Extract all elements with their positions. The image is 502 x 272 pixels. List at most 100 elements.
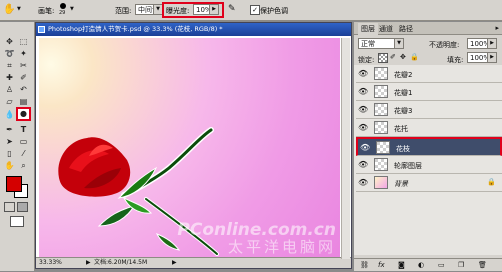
tool-preset-dropdown[interactable]: ▼ — [17, 6, 21, 12]
hand-icon[interactable]: ✋ — [3, 160, 16, 171]
layer-thumbnail — [374, 67, 388, 80]
exposure-input[interactable]: 10% ▶ — [193, 4, 219, 15]
zoom-level[interactable]: 33.33% — [39, 258, 62, 268]
layer-thumbnail — [376, 141, 390, 154]
layer-row[interactable]: 👁 花瓣2 — [356, 65, 502, 83]
protect-label: 保护色调 — [260, 7, 288, 15]
adjustment-icon[interactable]: ◐ — [418, 261, 424, 269]
layer-name: 花枝 — [396, 145, 410, 153]
gradient-icon[interactable]: ▤ — [17, 96, 30, 107]
play-icon[interactable]: ▶ — [487, 53, 496, 62]
protect-checkbox[interactable]: ✓ — [250, 5, 260, 15]
panel-menu-icon[interactable]: ▸ — [495, 24, 499, 32]
fill-label: 填充: — [447, 56, 464, 64]
lock-transparent-icon[interactable] — [378, 53, 388, 63]
type-icon[interactable]: T — [17, 124, 30, 135]
eye-icon[interactable]: 👁 — [358, 123, 368, 132]
lock-position-icon[interactable]: ✥ — [400, 53, 406, 61]
status-menu-icon[interactable]: ▶ — [172, 258, 177, 268]
eye-icon[interactable]: 👁 — [358, 87, 368, 96]
ps-doc-icon — [38, 26, 45, 33]
layer-row[interactable]: 👁 花瓣1 — [356, 83, 502, 101]
lock-all-icon[interactable]: 🔒 — [410, 53, 419, 61]
fill-input[interactable]: 100% ▶ — [467, 52, 497, 63]
foreground-color-swatch-top — [6, 176, 22, 192]
eye-icon[interactable]: 👁 — [358, 178, 368, 187]
eyedropper-icon[interactable]: ⁄ — [17, 148, 30, 159]
range-select[interactable]: 中间调 ▼ — [135, 4, 163, 15]
layer-footer: ⛓ fx ◙ ◐ ▭ ❐ 🗑 — [354, 258, 502, 272]
layer-row[interactable]: 👁 花托 — [356, 119, 502, 137]
blur-icon[interactable]: 💧 — [3, 109, 16, 120]
layers-panel: 图层 通道 路径 ▸ 正常 ▼ 不透明度: 100% ▶ 锁定: ✐ ✥ 🔒 填… — [354, 22, 502, 271]
brush-preview[interactable]: 29 — [58, 2, 68, 16]
brush-dropdown-arrow[interactable]: ▼ — [70, 6, 74, 12]
marquee-icon[interactable]: ⬚ — [17, 36, 30, 47]
brush-label: 画笔: — [38, 7, 55, 15]
stamp-icon[interactable]: ♙ — [3, 84, 16, 95]
layer-list: 👁 花瓣2 👁 花瓣1 👁 花瓣3 👁 花托 👁 花枝 👁 轮廓图层 👁 背景 … — [354, 65, 502, 255]
vertical-scrollbar[interactable] — [341, 38, 350, 259]
range-label: 范围: — [115, 7, 132, 15]
blend-mode-select[interactable]: 正常 ▼ — [358, 38, 404, 49]
quickmask-on-icon[interactable] — [17, 202, 28, 212]
airbrush-icon[interactable]: ✎ — [228, 4, 236, 14]
history-brush-icon[interactable]: ↶ — [17, 84, 30, 95]
notes-icon[interactable]: ▯ — [3, 148, 16, 159]
eye-icon[interactable]: 👁 — [360, 143, 370, 152]
canvas[interactable]: PConline.com.cn 太平洋电脑网 — [39, 38, 340, 259]
tab-layers[interactable]: 图层 — [358, 23, 378, 35]
brush-icon[interactable]: ✐ — [17, 72, 30, 83]
play-icon[interactable]: ▶ — [209, 5, 218, 14]
play-icon[interactable]: ▶ — [487, 39, 496, 48]
document-title: Photoshop打造情人节贺卡.psd @ 33.3% (花枝, RGB/8)… — [48, 25, 223, 33]
slice-icon[interactable]: ✂ — [17, 60, 30, 71]
trash-icon[interactable]: 🗑 — [478, 261, 487, 269]
opacity-input[interactable]: 100% ▶ — [467, 38, 497, 49]
mask-icon[interactable]: ◙ — [398, 261, 405, 269]
link-icon[interactable]: ⛓ — [360, 261, 369, 269]
eye-icon[interactable]: 👁 — [358, 69, 368, 78]
layer-row[interactable]: 👁 花瓣3 — [356, 101, 502, 119]
options-bar: ✋ ▼ 画笔: 29 ▼ 范围: 中间调 ▼ 曝光度: 10% ▶ ✎ ✓ 保护… — [0, 0, 502, 21]
document-title-bar[interactable]: Photoshop打造情人节贺卡.psd @ 33.3% (花枝, RGB/8)… — [36, 23, 351, 36]
layer-name: 花瓣2 — [394, 71, 413, 79]
layer-row[interactable]: 👁 背景 🔒 — [356, 174, 502, 192]
folder-icon[interactable]: ▭ — [438, 261, 445, 269]
layer-thumbnail — [374, 103, 388, 116]
eye-icon[interactable]: 👁 — [358, 160, 368, 169]
fx-icon[interactable]: fx — [378, 261, 385, 269]
screen-mode-icon[interactable] — [10, 216, 24, 227]
watermark: PConline.com.cn 太平洋电脑网 — [177, 221, 336, 255]
status-bar: 33.33% ▶ 文档:6.20M/14.5M ▶ — [36, 257, 351, 268]
tab-channels[interactable]: 通道 — [379, 24, 393, 34]
dodge-tool-icon[interactable]: ✋ — [3, 3, 17, 16]
new-layer-icon[interactable]: ❐ — [458, 261, 464, 269]
healing-icon[interactable]: ✚ — [3, 72, 16, 83]
pen-icon[interactable]: ✒ — [3, 124, 16, 135]
dodge-tool-button[interactable]: ● — [16, 107, 31, 121]
opacity-label: 不透明度: — [429, 41, 460, 49]
path-select-icon[interactable]: ➤ — [3, 136, 16, 147]
crop-icon[interactable]: ⌗ — [3, 60, 16, 71]
eye-icon[interactable]: 👁 — [358, 105, 368, 114]
eraser-icon[interactable]: ▱ — [3, 96, 16, 107]
brush-size: 29 — [59, 10, 66, 16]
status-arrow-icon[interactable]: ▶ — [86, 258, 91, 268]
tab-paths[interactable]: 路径 — [399, 24, 413, 34]
lock-label: 锁定: — [358, 56, 375, 64]
layer-name: 背景 — [394, 180, 408, 188]
layer-row-selected[interactable]: 👁 花枝 — [356, 137, 502, 156]
shape-icon[interactable]: ▭ — [17, 136, 30, 147]
lasso-icon[interactable]: ➰ — [3, 48, 16, 59]
layer-name: 花托 — [394, 125, 408, 133]
layer-row[interactable]: 👁 轮廓图层 — [356, 156, 502, 174]
lock-pixels-icon[interactable]: ✐ — [390, 53, 396, 61]
magic-wand-icon[interactable]: ✦ — [17, 48, 30, 59]
background-thumbnail — [374, 176, 388, 189]
exposure-label: 曝光度: — [166, 7, 190, 15]
layer-name: 花瓣1 — [394, 89, 413, 97]
quickmask-icon[interactable] — [4, 202, 15, 212]
move-icon[interactable]: ✥ — [3, 36, 16, 47]
zoom-icon[interactable]: ⌕ — [17, 160, 30, 171]
